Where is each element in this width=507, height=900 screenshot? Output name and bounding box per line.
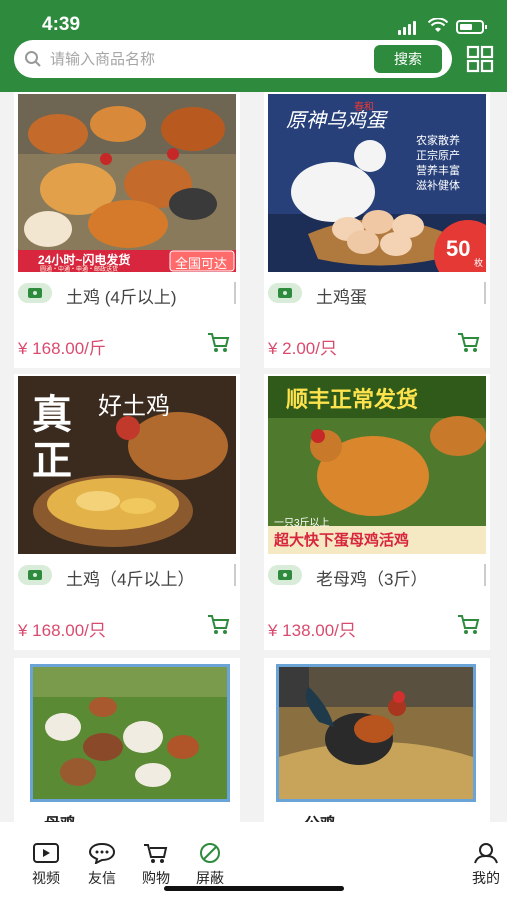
user-icon: [474, 843, 498, 864]
video-badge-icon: [268, 283, 302, 303]
product-name: 公鸡: [304, 810, 336, 822]
signal-icon: [398, 21, 416, 35]
image-subtext: 圆通・中通・申通・邮政送货: [40, 267, 119, 272]
wifi-icon: [428, 18, 448, 32]
product-card[interactable]: 24小时~闪电发货 圆通・中通・申通・邮政送货 全国可达 土鸡 (4斤以上) ¥…: [14, 92, 240, 368]
video-badge-icon: [268, 565, 302, 585]
image-features: 农家散养 正宗原产 营养丰富 滋补健体: [416, 135, 460, 192]
tab-label: 屏蔽: [196, 870, 224, 886]
video-badge-icon: [18, 565, 52, 585]
image-small-label: 春和: [354, 102, 374, 113]
tab-shopping[interactable]: 购物: [134, 842, 178, 888]
product-grid: 24小时~闪电发货 圆通・中通・申通・邮政送货 全国可达 土鸡 (4斤以上) ¥…: [0, 92, 507, 822]
image-badge: 全国可达: [175, 256, 228, 271]
product-card[interactable]: 顺丰正常发货 一只3斤以上 超大快下蛋母鸡活鸡 老母鸡（3斤） ¥ 138.00…: [264, 374, 490, 650]
tab-profile[interactable]: 我的: [464, 842, 507, 888]
tab-label: 视频: [32, 870, 60, 886]
tab-messages[interactable]: 友信: [80, 842, 124, 888]
video-badge-icon: [18, 283, 52, 303]
add-to-cart-icon[interactable]: [202, 326, 232, 356]
product-price: ¥ 168.00/只: [18, 621, 106, 640]
product-name: 土鸡（4斤以上）: [66, 570, 195, 589]
block-icon: [200, 843, 220, 863]
search-bar: 搜索: [14, 40, 452, 78]
search-icon: [25, 51, 41, 67]
chat-icon: [88, 842, 116, 864]
tab-video[interactable]: 视频: [24, 842, 68, 888]
product-price: ¥ 2.00/只: [268, 339, 337, 358]
image-big-char: 正: [32, 439, 72, 483]
product-image[interactable]: 真 正 好土鸡: [18, 376, 236, 554]
home-indicator: [164, 886, 344, 891]
image-count-unit: 枚: [474, 258, 484, 268]
product-card[interactable]: 原神乌鸡蛋 春和 农家散养 正宗原产 营养丰富 滋补健体 50 枚 土鸡蛋 ¥ …: [264, 92, 490, 368]
search-input[interactable]: [50, 48, 370, 70]
header: 4:39 搜索: [0, 0, 507, 92]
divider: [234, 564, 236, 586]
status-time: 4:39: [42, 14, 81, 35]
image-slogan: 好土鸡: [98, 393, 170, 420]
product-image[interactable]: 顺丰正常发货 一只3斤以上 超大快下蛋母鸡活鸡: [268, 376, 486, 554]
product-name: 母鸡: [44, 810, 76, 822]
image-count: 50: [446, 236, 471, 261]
divider: [234, 282, 236, 304]
divider: [484, 282, 486, 304]
product-card[interactable]: 公鸡: [264, 658, 490, 822]
product-name: 土鸡蛋: [316, 288, 367, 307]
tab-label: 我的: [472, 870, 500, 886]
add-to-cart-icon[interactable]: [452, 326, 482, 356]
grid-view-icon[interactable]: [466, 45, 494, 73]
add-to-cart-icon[interactable]: [202, 608, 232, 638]
tab-label: 友信: [88, 870, 116, 886]
image-note: 一只3斤以上: [274, 518, 330, 529]
product-price: ¥ 138.00/只: [268, 621, 356, 640]
product-name: 土鸡 (4斤以上): [66, 288, 177, 307]
tab-label: 购物: [142, 870, 170, 886]
product-card[interactable]: 真 正 好土鸡 土鸡（4斤以上） ¥ 168.00/只: [14, 374, 240, 650]
product-name: 老母鸡（3斤）: [316, 570, 428, 589]
product-card[interactable]: 母鸡: [14, 658, 240, 822]
product-image[interactable]: 原神乌鸡蛋 春和 农家散养 正宗原产 营养丰富 滋补健体 50 枚: [268, 94, 486, 272]
video-icon: [33, 843, 59, 863]
tab-block[interactable]: 屏蔽: [188, 842, 232, 888]
image-bottom-text: 超大快下蛋母鸡活鸡: [274, 532, 410, 549]
product-image[interactable]: 24小时~闪电发货 圆通・中通・申通・邮政送货 全国可达: [18, 94, 236, 272]
status-bar: 4:39: [0, 12, 507, 40]
image-top-text: 顺丰正常发货: [286, 387, 419, 412]
divider: [484, 564, 486, 586]
cart-icon: [144, 844, 168, 863]
search-button[interactable]: 搜索: [374, 45, 442, 73]
add-to-cart-icon[interactable]: [452, 608, 482, 638]
product-image[interactable]: [276, 664, 476, 802]
product-image[interactable]: [30, 664, 230, 802]
battery-icon: [456, 20, 487, 34]
product-price: ¥ 168.00/斤: [18, 339, 106, 358]
